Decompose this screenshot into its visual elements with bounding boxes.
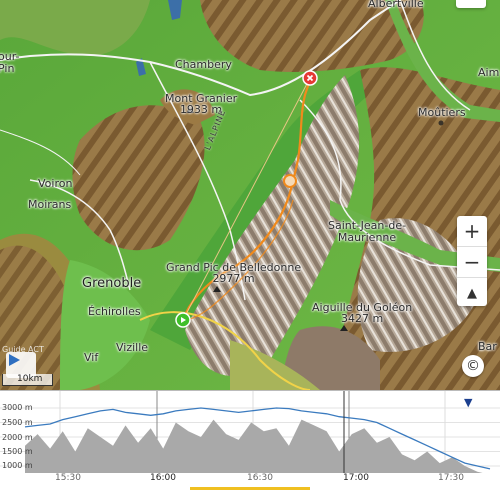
place-voiron: Voiron — [38, 177, 73, 190]
place-echirolles: Échirolles — [88, 305, 141, 318]
scale-bar: 10km — [2, 374, 54, 386]
top-control-button[interactable] — [456, 0, 486, 8]
place-vizille: Vizille — [116, 341, 149, 354]
place-grand-pic: Grand Pic de Belledonne 2977 m — [166, 262, 301, 284]
place-chambery: Chambery — [175, 58, 232, 71]
elev-label-2000: 2000 m — [2, 433, 33, 442]
place-aim: Aim — [478, 66, 500, 79]
elev-label-1000: 1000 m — [2, 461, 33, 470]
place-saint-jean: Saint-Jean-de- Maurienne — [328, 220, 406, 244]
place-saint-jean-2: Maurienne — [337, 231, 397, 244]
place-aiguille-elev: 3427 m — [340, 312, 384, 325]
time-label-1530: 15:30 — [55, 473, 81, 483]
start-marker-icon[interactable] — [175, 312, 191, 328]
place-grand-pic-elev: 2977 m — [212, 272, 255, 285]
place-vif: Vif — [84, 351, 99, 364]
place-grenoble: Grenoble — [82, 276, 142, 291]
place-bar: Bar — [478, 340, 497, 353]
place-moutiers: Moûtiers — [418, 106, 466, 119]
elev-label-3000: 3000 m — [2, 403, 33, 412]
time-label-1600: 16:00 — [150, 473, 176, 483]
elev-label-1500: 1500 m — [2, 447, 33, 456]
map-controls: + − ▲ — [457, 216, 487, 306]
time-label-1630: 16:30 — [247, 473, 273, 483]
place-moirans: Moirans — [28, 198, 72, 211]
altitude-profile[interactable]: 3000 m 2500 m 2000 m 1500 m 1000 m 15:30… — [0, 390, 500, 490]
elev-label-2500: 2500 m — [2, 418, 33, 427]
zoom-in-button[interactable]: + — [457, 216, 487, 246]
place-albertville: Albertville — [368, 0, 424, 10]
place-our-pin: our- Pin — [0, 50, 20, 75]
zoom-out-button[interactable]: − — [457, 246, 487, 277]
north-arrow-button[interactable]: ▲ — [457, 277, 487, 308]
time-label-1730: 17:30 — [438, 473, 464, 483]
terrain-layer — [0, 0, 500, 390]
profile-menu-icon[interactable]: ▼ — [464, 396, 472, 409]
time-label-1700: 17:00 — [343, 473, 369, 483]
waypoint-marker-icon[interactable] — [283, 174, 297, 188]
place-aiguille: Aiguille du Goléon 3427 m — [312, 302, 412, 324]
ground-profile-area — [25, 419, 490, 475]
end-marker-icon[interactable] — [302, 70, 318, 86]
play-icon — [9, 354, 20, 366]
terrain-map[interactable]: Albertville Chambery Aim Mont Granier 19… — [0, 0, 500, 390]
map-app: Albertville Chambery Aim Mont Granier 19… — [0, 0, 500, 490]
attribution-button[interactable]: © — [462, 355, 484, 377]
